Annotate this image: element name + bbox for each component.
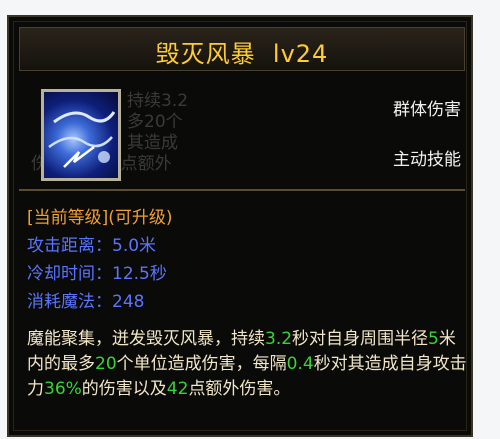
desc-text: 个单位造成伤害，每隔: [116, 354, 287, 374]
desc-text: 点额外伤害。: [188, 379, 291, 399]
tag-active-skill: 主动技能: [393, 150, 461, 170]
desc-highlight: 42: [166, 379, 189, 399]
stat-range: 攻击距离：5.0米: [27, 231, 156, 256]
skill-title: 毁灭风暴 lv24: [155, 40, 329, 68]
desc-text: 魔能聚集，迸发毁灭风暴，持续: [27, 329, 265, 349]
title-bar: 毁灭风暴 lv24: [19, 27, 465, 71]
divider: [19, 189, 465, 191]
level-status: [当前等级](可升级): [27, 208, 173, 228]
stat-label: 攻击距离：: [27, 236, 112, 256]
skill-tooltip-panel: 毁灭风暴 lv24 持续3.2 多20个 其造成 伤害以及42点额外 群体伤害 …: [7, 15, 473, 437]
desc-highlight: 3.2: [265, 329, 293, 349]
desc-text: 秒对自身周围半径: [292, 329, 429, 349]
desc-highlight: 0.4: [286, 354, 314, 374]
tag-aoe-damage: 群体伤害: [393, 100, 461, 120]
skill-icon: [41, 89, 121, 181]
desc-highlight: 36%: [44, 379, 82, 399]
stat-label: 冷却时间：: [27, 264, 112, 284]
stat-value: 248: [112, 292, 145, 312]
stat-value: 12.5秒: [112, 264, 167, 284]
stat-label: 消耗魔法：: [27, 292, 112, 312]
desc-highlight: 5: [428, 329, 439, 349]
stat-value: 5.0米: [112, 236, 157, 256]
stat-mana-cost: 消耗魔法：248: [27, 287, 144, 312]
stat-cooldown: 冷却时间：12.5秒: [27, 259, 167, 284]
desc-highlight: 20: [95, 354, 117, 374]
desc-text: 的伤害以及: [81, 379, 167, 399]
skill-description: 魔能聚集，迸发毁灭风暴，持续3.2秒对自身周围半径5米内的最多20个单位造成伤害…: [27, 327, 467, 402]
storm-icon: [48, 111, 116, 168]
